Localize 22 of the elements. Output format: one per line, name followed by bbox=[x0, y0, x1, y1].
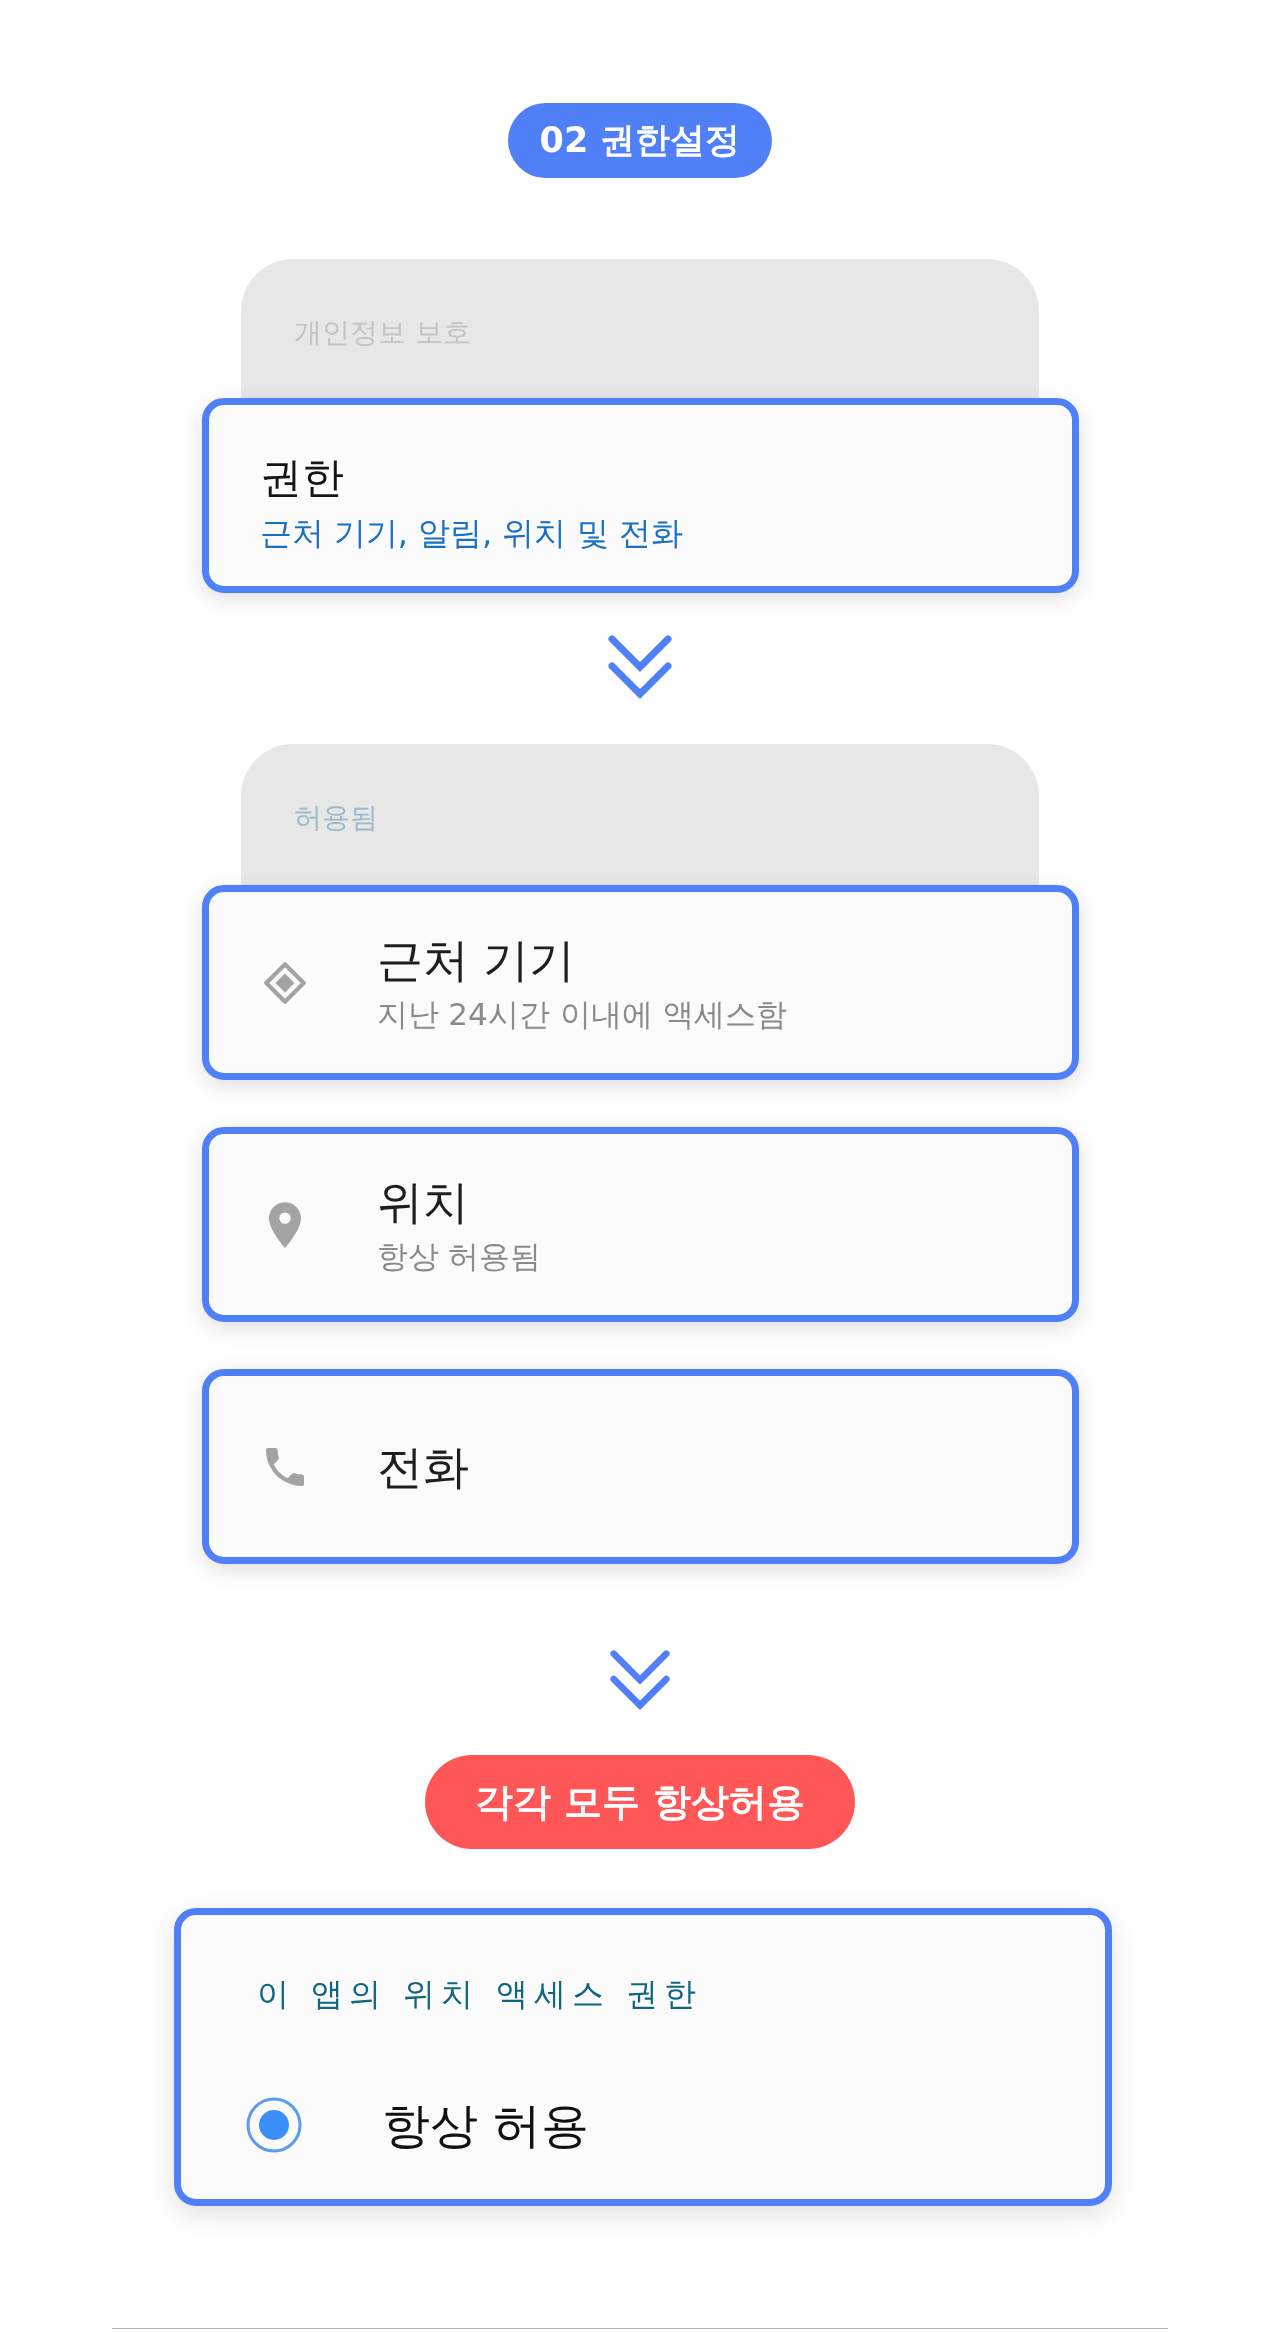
double-chevron-down-icon bbox=[609, 1649, 671, 1711]
double-chevron-down-icon bbox=[607, 634, 673, 700]
permission-title: 근처 기기 bbox=[376, 931, 576, 988]
section-header: 허용됨 bbox=[294, 800, 378, 836]
phone-icon bbox=[265, 1447, 304, 1486]
location-pin-icon bbox=[268, 1201, 301, 1248]
dialog-title: 이 앱의 위치 액세스 권한 bbox=[257, 1974, 702, 2015]
diamond-icon bbox=[263, 961, 306, 1004]
permission-title: 권한 bbox=[259, 452, 344, 503]
permission-card[interactable]: 위치 항상 허용됨 bbox=[201, 1127, 1079, 1322]
permission-subtitle: 근처 기기, 알림, 위치 및 전화 bbox=[259, 512, 683, 553]
permission-card[interactable]: 권한 근처 기기, 알림, 위치 및 전화 bbox=[201, 398, 1079, 593]
permission-card[interactable]: 전화 bbox=[201, 1369, 1079, 1564]
permission-title: 위치 bbox=[376, 1173, 469, 1230]
step-badge: 02 권한설정 bbox=[507, 103, 773, 178]
option-label[interactable]: 항상 허용 bbox=[382, 2095, 590, 2155]
permission-title: 전화 bbox=[376, 1438, 469, 1495]
callout-badge: 각각 모두 항상허용 bbox=[424, 1755, 856, 1849]
permission-subtitle: 항상 허용됨 bbox=[376, 1236, 542, 1276]
permission-card[interactable]: 근처 기기 지난 24시간 이내에 액세스함 bbox=[201, 885, 1079, 1080]
permission-subtitle: 지난 24시간 이내에 액세스함 bbox=[376, 994, 787, 1034]
radio-button[interactable] bbox=[246, 2097, 302, 2153]
